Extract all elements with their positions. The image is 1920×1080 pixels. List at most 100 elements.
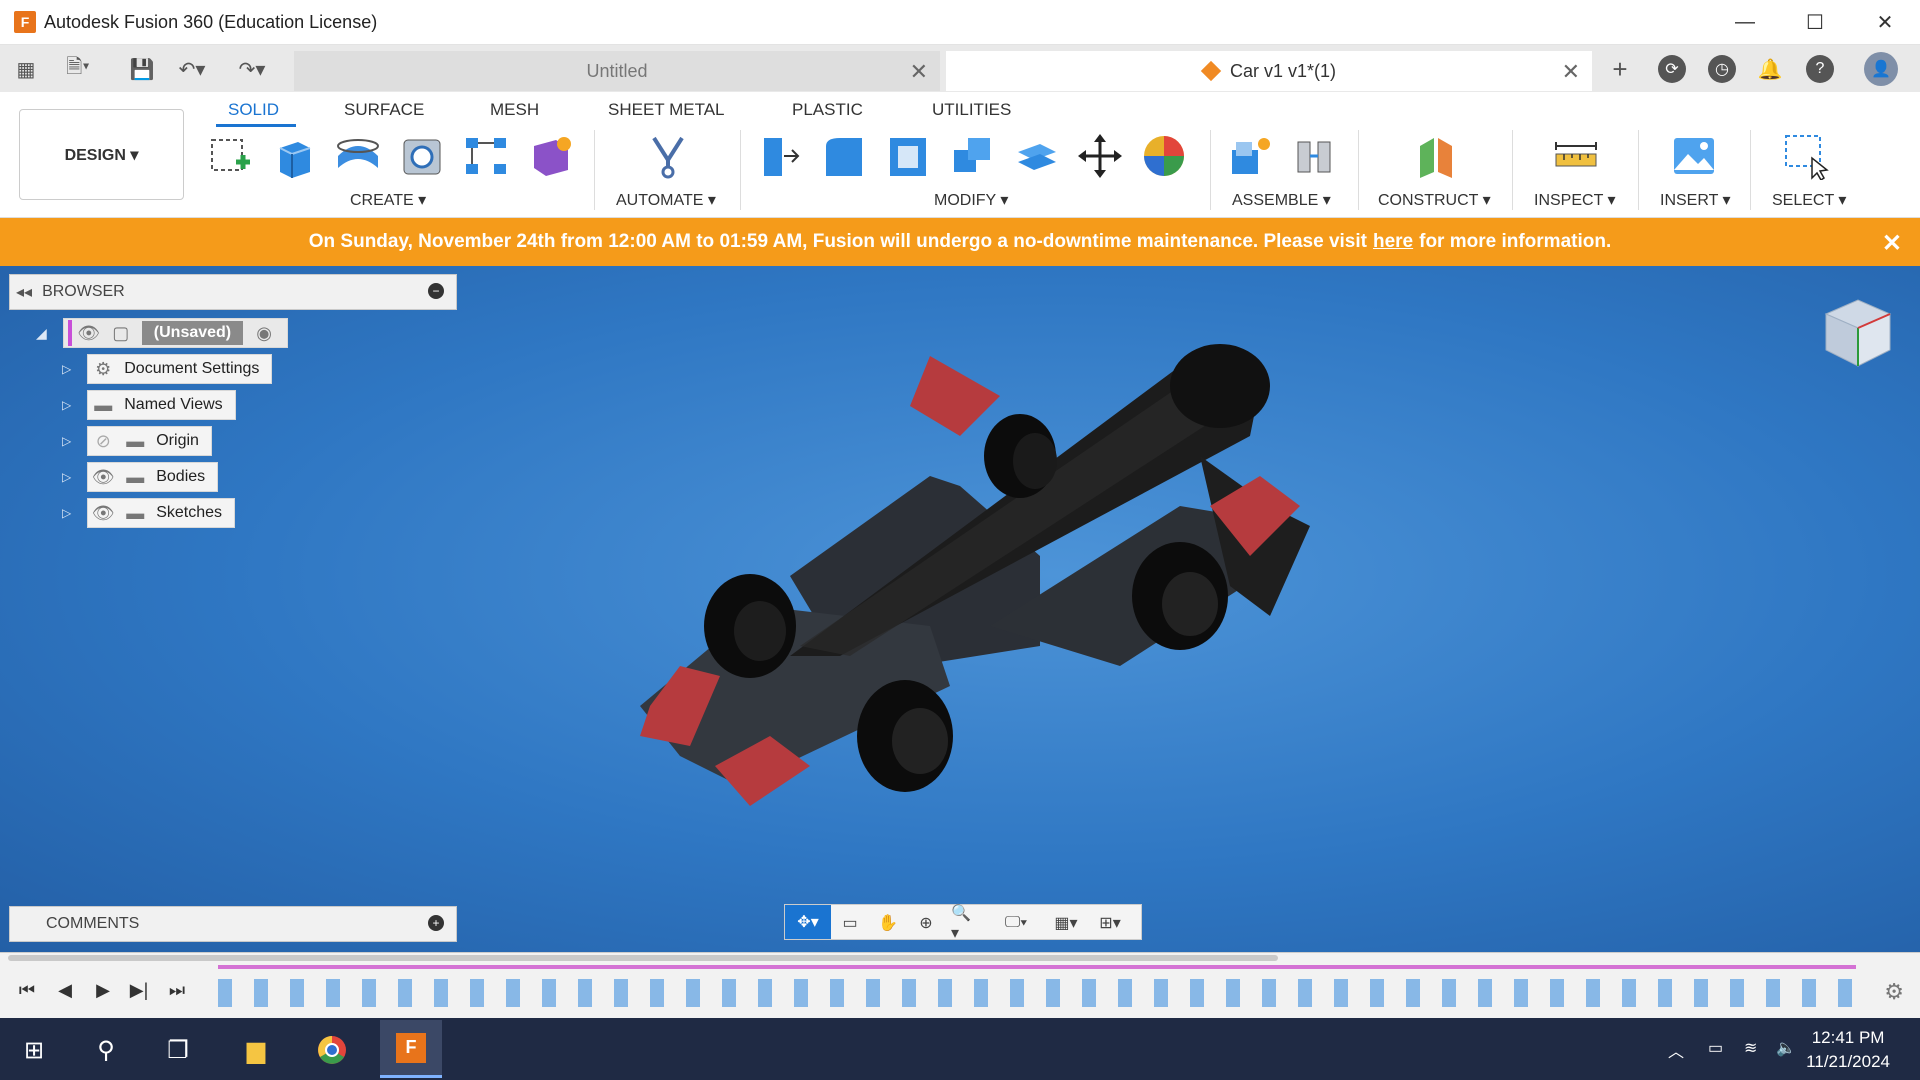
3d-viewport[interactable]: ◂◂ BROWSER − ◢ 👁 ▢ (Unsaved) ◉ ▷ ⚙ Docum…: [0, 266, 1920, 952]
task-view-icon[interactable]: ❐: [158, 1030, 198, 1070]
file-explorer-icon[interactable]: ▆: [236, 1030, 276, 1070]
eye-icon[interactable]: 👁: [92, 466, 115, 488]
tab-car-v1[interactable]: Car v1 v1*(1) ✕: [946, 51, 1592, 91]
eye-icon[interactable]: 👁: [92, 502, 115, 524]
browser-item-named-views[interactable]: ▷ ▬ Named Views: [62, 390, 236, 420]
press-pull-icon[interactable]: [756, 132, 804, 180]
tab-close-icon[interactable]: ✕: [910, 59, 928, 85]
taskbar-clock[interactable]: 12:41 PM 11/21/2024: [1806, 1026, 1890, 1074]
banner-link[interactable]: here: [1373, 231, 1413, 253]
shell-icon[interactable]: [884, 132, 932, 180]
timeline-settings-gear-icon[interactable]: ⚙: [1884, 979, 1904, 1005]
hole-icon[interactable]: [398, 132, 446, 180]
fit-zoom-icon[interactable]: 🔍▾: [951, 905, 977, 942]
job-status-icon[interactable]: ◷: [1708, 55, 1736, 83]
grid-settings-icon[interactable]: ▦▾: [1053, 911, 1079, 935]
volume-icon[interactable]: 🔈: [1776, 1038, 1796, 1058]
insert-menu[interactable]: INSERT ▾: [1660, 190, 1731, 210]
browser-item-bodies[interactable]: ▷ 👁 ▬ Bodies: [62, 462, 219, 492]
assemble-menu[interactable]: ASSEMBLE ▾: [1232, 190, 1331, 210]
expand-arrow-icon[interactable]: ▷: [62, 470, 71, 484]
zoom-icon[interactable]: ⊕: [913, 911, 939, 935]
close-button[interactable]: ✕: [1850, 0, 1920, 45]
maximize-button[interactable]: ☐: [1780, 0, 1850, 45]
timeline-forward-icon[interactable]: ▶|: [128, 979, 150, 1001]
tab-mesh[interactable]: MESH: [490, 100, 539, 120]
search-icon[interactable]: ⚲: [86, 1030, 126, 1070]
new-tab-icon[interactable]: +: [1604, 53, 1636, 85]
move-copy-icon[interactable]: [1076, 132, 1124, 180]
redo-icon[interactable]: ↷▾: [236, 53, 268, 85]
orbit-constrained-icon[interactable]: ✥▾: [785, 905, 831, 939]
browser-item-sketches[interactable]: ▷ 👁 ▬ Sketches: [62, 498, 236, 528]
modify-menu[interactable]: MODIFY ▾: [934, 190, 1008, 210]
banner-close-icon[interactable]: ✕: [1882, 229, 1902, 258]
activate-radio-icon[interactable]: ◉: [253, 322, 275, 344]
viewports-icon[interactable]: ⊞▾: [1097, 911, 1123, 935]
save-icon[interactable]: 💾: [126, 53, 158, 85]
create-menu[interactable]: CREATE ▾: [350, 190, 426, 210]
file-menu-icon[interactable]: 🗎▾: [62, 53, 94, 85]
select-window-icon[interactable]: [1782, 132, 1830, 180]
timeline-feature-strip[interactable]: [218, 979, 1858, 1007]
app-grid-icon[interactable]: ▦: [10, 53, 42, 85]
fusion-taskbar-icon[interactable]: F: [380, 1020, 442, 1078]
expand-arrow-icon[interactable]: ▷: [62, 362, 71, 376]
notifications-bell-icon[interactable]: 🔔: [1754, 53, 1786, 85]
measure-icon[interactable]: [1552, 132, 1600, 180]
timeline-play-icon[interactable]: ▶: [92, 979, 114, 1001]
pan-icon[interactable]: ✋: [875, 911, 901, 935]
view-cube[interactable]: [1816, 290, 1898, 372]
display-settings-icon[interactable]: 🖵▾: [1003, 911, 1029, 935]
help-icon[interactable]: ?: [1806, 55, 1834, 83]
expand-arrow-icon[interactable]: ▷: [62, 506, 71, 520]
automate-menu[interactable]: AUTOMATE ▾: [616, 190, 716, 210]
battery-icon[interactable]: ▭: [1708, 1038, 1723, 1058]
tab-untitled[interactable]: Untitled ✕: [294, 51, 940, 91]
tab-utilities[interactable]: UTILITIES: [932, 100, 1011, 120]
inspect-menu[interactable]: INSPECT ▾: [1534, 190, 1616, 210]
eye-icon[interactable]: 👁: [77, 322, 100, 344]
eye-hidden-icon[interactable]: ⊘: [92, 430, 114, 452]
automate-icon[interactable]: [644, 132, 692, 180]
timeline-end-icon[interactable]: ⏭: [166, 979, 188, 1001]
workspace-switcher[interactable]: DESIGN ▾: [19, 109, 184, 200]
joint-icon[interactable]: [1290, 132, 1338, 180]
offset-face-icon[interactable]: [1012, 132, 1060, 180]
expand-arrow-icon[interactable]: ▷: [62, 398, 71, 412]
revolve-icon[interactable]: [334, 132, 382, 180]
tab-close-icon[interactable]: ✕: [1562, 59, 1580, 85]
construct-menu[interactable]: CONSTRUCT ▾: [1378, 190, 1491, 210]
new-component-icon[interactable]: [1226, 132, 1274, 180]
collapse-panel-icon[interactable]: ◂◂: [16, 282, 32, 302]
insert-image-icon[interactable]: [1670, 132, 1718, 180]
select-menu[interactable]: SELECT ▾: [1772, 190, 1846, 210]
add-comment-icon[interactable]: +: [428, 915, 444, 931]
horizontal-scrollbar[interactable]: [8, 955, 1278, 961]
pattern-icon[interactable]: [462, 132, 510, 180]
form-icon[interactable]: [526, 132, 574, 180]
construct-plane-icon[interactable]: [1412, 132, 1460, 180]
online-status-icon[interactable]: ⟳: [1658, 55, 1686, 83]
browser-root[interactable]: ◢ 👁 ▢ (Unsaved) ◉: [36, 318, 289, 348]
timeline-back-icon[interactable]: ◀: [54, 979, 76, 1001]
combine-icon[interactable]: [948, 132, 996, 180]
undo-icon[interactable]: ↶▾: [176, 53, 208, 85]
minimize-button[interactable]: —: [1710, 0, 1780, 45]
create-sketch-icon[interactable]: [206, 132, 254, 180]
windows-start-icon[interactable]: ⊞: [14, 1030, 54, 1070]
look-at-icon[interactable]: ▭: [837, 911, 863, 935]
chrome-icon[interactable]: [312, 1030, 352, 1070]
browser-item-origin[interactable]: ▷ ⊘ ▬ Origin: [62, 426, 212, 456]
fillet-icon[interactable]: [820, 132, 868, 180]
expand-arrow-icon[interactable]: ◢: [36, 325, 47, 342]
browser-item-document-settings[interactable]: ▷ ⚙ Document Settings: [62, 354, 273, 384]
tab-surface[interactable]: SURFACE: [344, 100, 424, 120]
expand-arrow-icon[interactable]: ▷: [62, 434, 71, 448]
tab-sheet-metal[interactable]: SHEET METAL: [608, 100, 725, 120]
minimize-panel-icon[interactable]: −: [428, 283, 444, 299]
car-model[interactable]: [620, 326, 1340, 866]
tab-solid[interactable]: SOLID: [228, 100, 279, 120]
wifi-icon[interactable]: ≋: [1744, 1038, 1757, 1058]
tab-plastic[interactable]: PLASTIC: [792, 100, 863, 120]
